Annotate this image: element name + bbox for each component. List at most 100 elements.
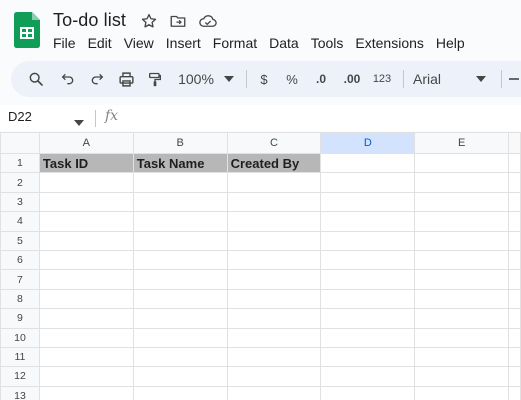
cell[interactable] <box>414 288 509 310</box>
cell[interactable] <box>414 385 509 400</box>
cell[interactable] <box>508 366 521 387</box>
row-header-2[interactable]: 2 <box>0 172 40 193</box>
cell[interactable] <box>508 308 521 329</box>
cloud-saved-icon[interactable] <box>198 12 217 30</box>
menu-insert[interactable]: Insert <box>160 33 207 53</box>
cell[interactable] <box>508 152 521 174</box>
cell[interactable] <box>132 230 228 251</box>
cell[interactable] <box>320 327 416 348</box>
cell[interactable] <box>226 327 322 348</box>
row-header-8[interactable]: 8 <box>0 288 40 310</box>
cell[interactable] <box>132 172 228 193</box>
cell[interactable] <box>38 249 134 271</box>
cell[interactable] <box>414 327 509 348</box>
formula-input[interactable] <box>130 108 510 128</box>
cell[interactable] <box>320 152 416 174</box>
cell[interactable] <box>132 385 228 400</box>
chevron-down-icon[interactable] <box>473 61 489 97</box>
cell[interactable] <box>320 385 416 400</box>
row-header-3[interactable]: 3 <box>0 191 40 213</box>
menu-extensions[interactable]: Extensions <box>349 33 429 53</box>
menu-edit[interactable]: Edit <box>82 33 118 53</box>
cell[interactable] <box>226 172 322 193</box>
menu-tools[interactable]: Tools <box>305 33 350 53</box>
name-box[interactable]: D22 <box>8 109 32 124</box>
menu-format[interactable]: Format <box>207 33 263 53</box>
row-header-10[interactable]: 10 <box>0 327 40 348</box>
cell[interactable] <box>38 211 134 232</box>
cell[interactable] <box>414 249 509 271</box>
cell[interactable] <box>414 346 509 368</box>
cell[interactable] <box>38 172 134 193</box>
column-header-e[interactable]: E <box>414 132 509 154</box>
row-header-13[interactable]: 13 <box>0 385 40 400</box>
cell[interactable] <box>508 191 521 213</box>
cell[interactable] <box>414 152 509 174</box>
cell[interactable] <box>414 191 509 213</box>
cell[interactable] <box>414 211 509 232</box>
row-header-7[interactable]: 7 <box>0 269 40 290</box>
cell[interactable] <box>320 172 416 193</box>
increase-decimal-button[interactable]: .00 <box>339 61 365 97</box>
cell[interactable] <box>508 288 521 310</box>
cell[interactable] <box>508 385 521 400</box>
document-title[interactable]: To-do list <box>53 10 126 31</box>
cell[interactable] <box>226 230 322 251</box>
cell[interactable] <box>320 366 416 387</box>
cell[interactable] <box>132 211 228 232</box>
column-header-c[interactable]: C <box>226 132 322 154</box>
menu-data[interactable]: Data <box>263 33 305 53</box>
cell[interactable] <box>226 249 322 271</box>
paint-format-icon[interactable] <box>144 61 166 97</box>
cell[interactable] <box>226 346 322 368</box>
cell[interactable] <box>226 288 322 310</box>
print-icon[interactable] <box>115 61 137 97</box>
cell[interactable] <box>38 385 134 400</box>
cell[interactable] <box>414 366 509 387</box>
cell[interactable] <box>508 230 521 251</box>
cell-c1[interactable]: Created By <box>226 152 322 174</box>
row-header-5[interactable]: 5 <box>0 230 40 251</box>
cell[interactable] <box>508 249 521 271</box>
search-icon[interactable] <box>25 61 47 97</box>
row-header-1[interactable]: 1 <box>0 152 40 174</box>
cell[interactable] <box>132 327 228 348</box>
cell[interactable] <box>38 288 134 310</box>
cell-a1[interactable]: Task ID <box>38 152 134 174</box>
cell[interactable] <box>320 346 416 368</box>
chevron-down-icon[interactable] <box>74 113 84 131</box>
menu-file[interactable]: File <box>47 33 82 53</box>
cell[interactable] <box>508 346 521 368</box>
decrease-decimal-button[interactable]: .0 <box>310 61 332 97</box>
row-header-6[interactable]: 6 <box>0 249 40 271</box>
star-icon[interactable] <box>140 12 158 30</box>
cell[interactable] <box>38 230 134 251</box>
cell[interactable] <box>508 269 521 290</box>
font-select[interactable]: Arial <box>413 61 447 97</box>
undo-icon[interactable] <box>57 61 79 97</box>
column-header-b[interactable]: B <box>132 132 228 154</box>
sheets-logo-icon[interactable] <box>14 12 40 48</box>
menu-help[interactable]: Help <box>430 33 471 53</box>
cell-b1[interactable]: Task Name <box>132 152 228 174</box>
cell[interactable] <box>132 308 228 329</box>
cell[interactable] <box>226 385 322 400</box>
cell[interactable] <box>132 249 228 271</box>
redo-icon[interactable] <box>86 61 108 97</box>
cell[interactable] <box>38 191 134 213</box>
cell[interactable] <box>132 366 228 387</box>
cell[interactable] <box>226 211 322 232</box>
cell[interactable] <box>38 346 134 368</box>
cell[interactable] <box>320 249 416 271</box>
column-header-d[interactable]: D <box>320 132 416 154</box>
cell[interactable] <box>414 308 509 329</box>
column-header-a[interactable]: A <box>38 132 134 154</box>
cell[interactable] <box>132 191 228 213</box>
percent-format-button[interactable]: % <box>283 61 301 97</box>
zoom-select[interactable]: 100% <box>175 61 217 97</box>
cell[interactable] <box>414 172 509 193</box>
cell[interactable] <box>38 327 134 348</box>
cell[interactable] <box>320 211 416 232</box>
move-folder-icon[interactable] <box>169 12 187 30</box>
cell[interactable] <box>132 269 228 290</box>
